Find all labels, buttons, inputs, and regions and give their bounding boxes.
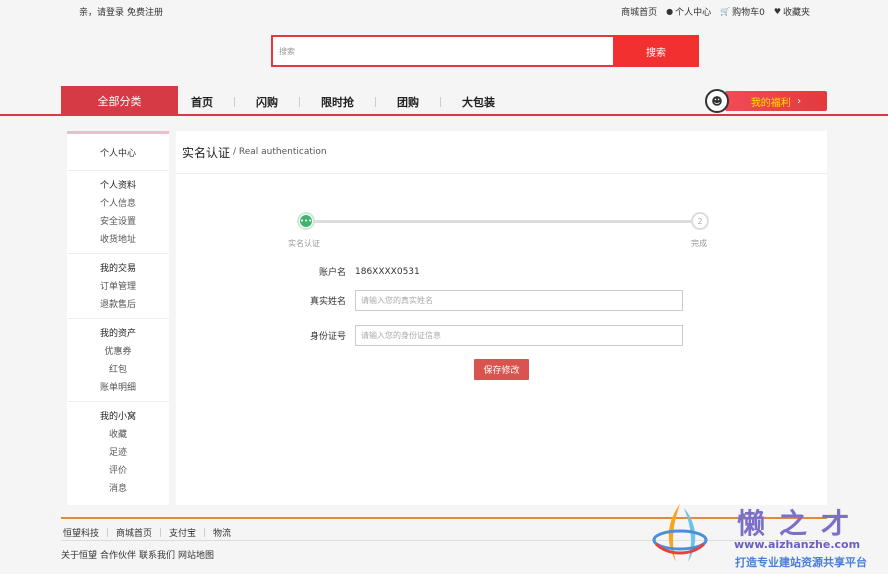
personal-center-link[interactable]: ● 个人中心: [666, 5, 711, 18]
chevron-right-icon: ›: [797, 95, 802, 107]
page-title-en: / Real authentication: [233, 147, 327, 157]
footer-link[interactable]: 支付宝: [169, 526, 196, 539]
nav-links: 首页 闪购 限时抢 团购 大包装: [180, 94, 516, 110]
sidebar-group-nest: 我的小窝 收藏 足迹 评价 消息: [67, 402, 169, 502]
page-title-cn: 实名认证: [182, 145, 231, 160]
cart-label: 购物车0: [732, 8, 765, 18]
sidebar-item-footprints[interactable]: 足迹: [67, 444, 169, 462]
welfare-label-bar: 我的福利 ›: [725, 91, 827, 111]
sidebar-group-profile: 个人资料 个人信息 安全设置 收货地址: [67, 171, 169, 254]
sidebar-item-personal-info[interactable]: 个人信息: [67, 195, 169, 213]
search-input[interactable]: 搜索: [271, 35, 613, 67]
personal-center-label: 个人中心: [675, 8, 712, 18]
footer-sep: [204, 528, 206, 537]
footer-bottom-link[interactable]: 联系我们: [139, 548, 175, 561]
cart-link[interactable]: 🛒 购物车0: [720, 5, 765, 18]
real-name-input[interactable]: 请输入您的真实姓名: [355, 290, 683, 311]
sidebar-group-head: 个人资料: [99, 181, 136, 191]
footer-sep: [107, 528, 109, 537]
step-1-indicator: •••: [297, 212, 315, 230]
nav-link-bulk[interactable]: 大包装: [451, 94, 516, 110]
nav-link-home[interactable]: 首页: [180, 94, 234, 110]
id-number-input[interactable]: 请输入您的身份证信息: [355, 325, 683, 346]
watermark-slogan: 打造专业建站资源共享平台: [735, 556, 867, 569]
real-name-label: 真实姓名: [309, 297, 346, 307]
sidebar-group-head: 我的资产: [99, 329, 136, 339]
sidebar-group-head: 我的小窝: [99, 412, 136, 422]
nav-divider: [299, 97, 300, 107]
sidebar-item-security[interactable]: 安全设置: [67, 213, 169, 231]
main-panel: 实名认证 / Real authentication ••• 2 实名认证 完成…: [176, 131, 827, 505]
user-icon: ●: [666, 7, 674, 16]
all-categories-button[interactable]: 全部分类: [61, 86, 178, 115]
footer-links: 恒望科技 商城首页 支付宝 物流: [63, 526, 231, 539]
footer-link[interactable]: 商城首页: [116, 526, 152, 539]
progress-steps: ••• 2 实名认证 完成: [288, 211, 709, 251]
sidebar-item-coupons[interactable]: 优惠券: [67, 343, 169, 361]
footer-bottom-links: 关于恒望 合作伙伴 联系我们 网站地图: [61, 548, 214, 561]
watermark-url: www.aizhanzhe.com: [734, 538, 861, 551]
account-value: 186XXXX0531: [355, 266, 420, 277]
search-button[interactable]: 搜索: [613, 35, 699, 67]
search-bar: 搜索 搜索: [271, 35, 699, 67]
sidebar-group-trade: 我的交易 订单管理 退款售后: [67, 254, 169, 319]
footer-link[interactable]: 物流: [213, 526, 231, 539]
heart-icon: ♥: [773, 7, 781, 16]
mall-home-link[interactable]: 商城首页: [621, 5, 657, 18]
nav-link-limited[interactable]: 限时抢: [310, 94, 375, 110]
footer-bottom-link[interactable]: 合作伙伴: [100, 548, 136, 561]
sidebar-item-messages[interactable]: 消息: [67, 480, 169, 498]
progress-line: [308, 220, 703, 223]
register-link[interactable]: 免费注册: [127, 8, 163, 18]
sidebar-item-bills[interactable]: 账单明细: [67, 379, 169, 397]
sidebar-item-address[interactable]: 收货地址: [67, 231, 169, 249]
sidebar-group-assets: 我的资产 优惠券 红包 账单明细: [67, 319, 169, 402]
nav-link-group[interactable]: 团购: [386, 94, 440, 110]
account-label: 账户名: [318, 268, 346, 278]
favorites-label: 收藏夹: [782, 8, 810, 18]
watermark-logo-icon: [652, 504, 708, 562]
account-row: 账户名 186XXXX0531: [176, 265, 420, 279]
nav-link-flash[interactable]: 闪购: [245, 94, 299, 110]
cart-icon: 🛒: [720, 7, 731, 16]
sidebar-group-head: 我的交易: [99, 264, 136, 274]
nav-divider: [375, 97, 376, 107]
sidebar: 个人中心 个人资料 个人信息 安全设置 收货地址 我的交易 订单管理 退款售后 …: [67, 131, 169, 505]
sidebar-item-refunds[interactable]: 退款售后: [67, 296, 169, 314]
main-nav: 全部分类 首页 闪购 限时抢 团购 大包装 ☻ 我的福利 ›: [0, 86, 888, 116]
welfare-label: 我的福利: [750, 97, 791, 109]
watermark-brand: 懒之才: [737, 507, 864, 540]
favorites-link[interactable]: ♥ 收藏夹: [774, 5, 810, 18]
step-1-mark: •••: [300, 215, 312, 227]
sidebar-item-red-packets[interactable]: 红包: [67, 361, 169, 379]
avatar: ☻: [705, 89, 729, 113]
footer-sep: [160, 528, 162, 537]
sidebar-item-orders[interactable]: 订单管理: [67, 278, 169, 296]
footer-bottom-link[interactable]: 网站地图: [178, 548, 214, 561]
step-2-label: 完成: [691, 239, 707, 248]
footer-link[interactable]: 恒望科技: [63, 526, 99, 539]
name-row: 真实姓名 请输入您的真实姓名: [176, 290, 683, 311]
footer-bottom-link[interactable]: 关于恒望: [61, 548, 97, 561]
step-1-label: 实名认证: [288, 239, 320, 248]
save-button[interactable]: 保存修改: [474, 359, 529, 380]
page-title: 实名认证 / Real authentication: [176, 131, 827, 174]
top-bar: 亲，请登录 免费注册 商城首页 ● 个人中心 🛒 购物车0 ♥ 收藏夹: [0, 0, 888, 22]
welfare-button[interactable]: ☻ 我的福利 ›: [705, 89, 828, 113]
sidebar-title[interactable]: 个人中心: [67, 134, 169, 171]
step-2-indicator: 2: [691, 212, 709, 230]
login-area: 亲，请登录 免费注册: [79, 5, 166, 18]
top-links: 商城首页 ● 个人中心 🛒 购物车0 ♥ 收藏夹: [621, 5, 810, 18]
nav-divider: [234, 97, 235, 107]
login-link[interactable]: 亲，请登录: [79, 8, 124, 18]
id-number-label: 身份证号: [309, 332, 346, 342]
nav-divider: [440, 97, 441, 107]
sidebar-item-favorites[interactable]: 收藏: [67, 426, 169, 444]
id-row: 身份证号 请输入您的身份证信息: [176, 325, 683, 346]
watermark: 懒之才 www.aizhanzhe.com 打造专业建站资源共享平台: [640, 496, 888, 574]
mall-home-label: 商城首页: [621, 8, 658, 18]
sidebar-item-reviews[interactable]: 评价: [67, 462, 169, 480]
